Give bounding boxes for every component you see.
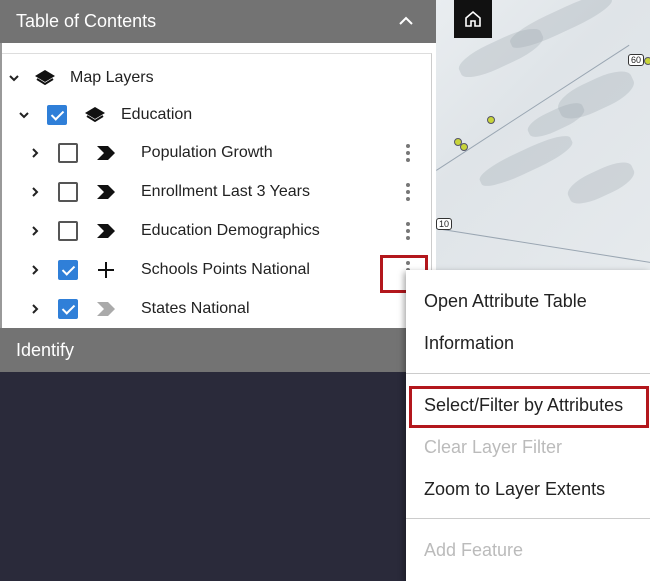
toc-header[interactable]: Table of Contents — [0, 0, 436, 43]
chevron-down-icon[interactable] — [16, 107, 32, 123]
checkbox-education-demographics[interactable] — [58, 221, 78, 241]
menu-item-open-attribute-table[interactable]: Open Attribute Table — [424, 291, 587, 312]
tree-row-education-demographics[interactable]: Education Demographics — [2, 215, 432, 247]
layer-options-button[interactable] — [400, 141, 416, 165]
chevron-right-icon[interactable] — [27, 184, 43, 200]
tree-row-schools-points[interactable]: Schools Points National — [2, 254, 432, 286]
school-point[interactable] — [644, 57, 650, 65]
tree-row-map-layers[interactable]: Map Layers — [2, 62, 432, 94]
tree-label-education: Education — [121, 106, 193, 123]
chevron-arrow-symbol — [97, 302, 115, 316]
layers-icon — [35, 70, 55, 86]
layer-label: Population Growth — [141, 144, 273, 161]
toc-title: Table of Contents — [16, 11, 157, 31]
menu-divider — [406, 373, 650, 374]
menu-highlight-box — [409, 386, 649, 428]
layer-context-menu: Open Attribute Table Information Select/… — [406, 270, 650, 581]
identify-title: Identify — [16, 339, 75, 360]
layer-label: States National — [141, 300, 250, 317]
layer-tree: Map Layers Education Population Growth E… — [2, 53, 432, 323]
layer-options-button[interactable] — [400, 219, 416, 243]
layer-options-button[interactable] — [400, 180, 416, 204]
chevron-right-icon[interactable] — [27, 145, 43, 161]
plus-icon — [98, 262, 114, 278]
checkbox-schools-points[interactable] — [58, 260, 78, 280]
chevron-right-icon[interactable] — [27, 262, 43, 278]
menu-item-information[interactable]: Information — [424, 333, 514, 354]
layer-label: Education Demographics — [141, 222, 320, 239]
identify-header[interactable]: Identify — [0, 328, 436, 372]
layer-label: Enrollment Last 3 Years — [141, 183, 310, 200]
menu-item-zoom-to-extents[interactable]: Zoom to Layer Extents — [424, 479, 605, 500]
chevron-down-icon[interactable] — [6, 70, 22, 86]
tree-row-education[interactable]: Education — [2, 99, 432, 131]
checkbox-enrollment[interactable] — [58, 182, 78, 202]
chevron-arrow-symbol — [97, 146, 115, 160]
chevron-up-icon[interactable] — [398, 13, 414, 29]
tree-row-states-national[interactable]: States National — [2, 293, 432, 325]
tree-row-population-growth[interactable]: Population Growth — [2, 137, 432, 169]
layers-icon — [85, 107, 105, 123]
home-icon — [465, 10, 481, 27]
map-view[interactable]: 60 10 — [436, 0, 650, 270]
menu-item-add-feature: Add Feature — [424, 540, 524, 560]
school-point[interactable] — [487, 116, 495, 124]
checkbox-population-growth[interactable] — [58, 143, 78, 163]
chevron-arrow-symbol — [97, 224, 115, 238]
tree-label-map-layers: Map Layers — [70, 69, 154, 86]
home-button[interactable] — [454, 0, 492, 38]
toc-panel: Map Layers Education Population Growth E… — [0, 43, 436, 328]
checkbox-education[interactable] — [47, 105, 67, 125]
highway-shield: 60 — [628, 54, 645, 66]
school-point[interactable] — [460, 143, 468, 151]
tree-row-enrollment[interactable]: Enrollment Last 3 Years — [2, 176, 432, 208]
layer-label: Schools Points National — [141, 261, 310, 278]
chevron-arrow-symbol — [97, 185, 115, 199]
chevron-right-icon[interactable] — [27, 223, 43, 239]
checkbox-states-national[interactable] — [58, 299, 78, 319]
chevron-right-icon[interactable] — [27, 301, 43, 317]
menu-divider — [406, 518, 650, 519]
menu-item-clear-layer-filter: Clear Layer Filter — [424, 437, 563, 457]
highway-shield: 10 — [436, 218, 453, 230]
